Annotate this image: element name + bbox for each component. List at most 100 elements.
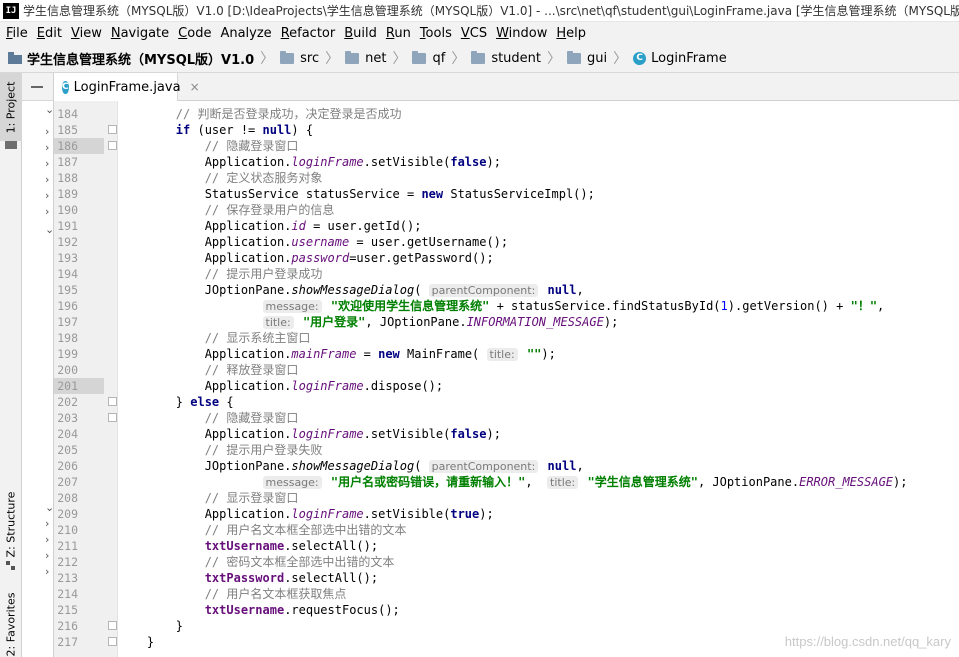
chevron-right-icon[interactable]: › xyxy=(45,173,49,186)
chevron-right-icon[interactable]: › xyxy=(45,141,49,154)
code-line: // 释放登录窗口 xyxy=(204,363,299,377)
code-line: if (user != null) { xyxy=(175,123,314,137)
breadcrumb-project[interactable]: 学生信息管理系统（MYSQL版）V1.0 xyxy=(8,49,254,68)
chevron-down-icon[interactable]: ⌄ xyxy=(45,103,53,116)
tab-project[interactable]: 1: Project xyxy=(0,73,22,141)
line-number: 202 xyxy=(57,395,78,409)
chevron-right-icon[interactable]: › xyxy=(45,533,49,546)
menu-view[interactable]: View xyxy=(67,26,107,41)
fold-icon[interactable] xyxy=(108,637,117,646)
menu-navigate[interactable]: Navigate xyxy=(107,26,174,41)
line-number: 200 xyxy=(57,363,78,377)
breadcrumb-src[interactable]: src xyxy=(280,50,319,66)
line-number: 190 xyxy=(57,203,78,217)
fold-icon[interactable] xyxy=(108,621,117,630)
line-number: 193 xyxy=(57,251,78,265)
line-number: 215 xyxy=(57,603,78,617)
code-line: // 用户名文本框全部选中出错的文本 xyxy=(204,523,407,537)
code-line: JOptionPane.showMessageDialog( parentCom… xyxy=(118,459,584,473)
fold-icon[interactable] xyxy=(108,141,117,150)
menu-edit[interactable]: Edit xyxy=(33,26,67,41)
fold-icon[interactable] xyxy=(108,397,117,406)
close-icon[interactable]: × xyxy=(190,80,200,94)
folder-icon xyxy=(471,50,486,64)
breadcrumb-net[interactable]: net xyxy=(345,50,386,66)
folder-icon xyxy=(280,50,295,64)
chevron-right-icon[interactable]: › xyxy=(45,549,49,562)
code-area[interactable]: // 判断是否登录成功，决定登录是否成功 if (user != null) {… xyxy=(118,101,959,657)
line-number: 204 xyxy=(57,427,78,441)
breadcrumb-file[interactable]: C LoginFrame xyxy=(633,51,727,66)
tab-favorites-label: 2: Favorites xyxy=(4,592,18,656)
project-panel-toolbar xyxy=(22,73,53,101)
line-number: 203 xyxy=(57,411,78,425)
chevron-down-icon[interactable]: ⌄ xyxy=(45,223,53,236)
breadcrumb-separator: 〉 xyxy=(260,51,275,67)
java-class-icon: C xyxy=(62,80,69,94)
code-line: } xyxy=(118,619,184,633)
window-title: 学生信息管理系统（MYSQL版）V1.0 [D:\IdeaProjects\学生… xyxy=(23,4,959,18)
line-number: 196 xyxy=(57,299,78,313)
line-number: 208 xyxy=(57,491,78,505)
breadcrumb-label: LoginFrame xyxy=(651,50,727,66)
code-line: // 密码文本框全部选中出错的文本 xyxy=(204,555,395,569)
line-number: 189 xyxy=(57,187,78,201)
chevron-right-icon[interactable]: › xyxy=(45,189,49,202)
breadcrumb-label: student xyxy=(491,50,542,66)
chevron-right-icon[interactable]: › xyxy=(45,517,49,530)
line-number: 213 xyxy=(57,571,78,585)
menu-vcs[interactable]: VCS xyxy=(457,26,492,41)
chevron-right-icon[interactable]: › xyxy=(45,157,49,170)
menu-run[interactable]: Run xyxy=(382,26,416,41)
fold-icon[interactable] xyxy=(108,125,117,134)
menu-file[interactable]: File xyxy=(2,26,33,41)
code-line: txtUsername.selectAll(); xyxy=(204,539,379,553)
line-number: 217 xyxy=(57,635,78,649)
chevron-down-icon[interactable]: ⌄ xyxy=(45,501,53,514)
code-line: Application.username = user.getUsername(… xyxy=(118,235,509,249)
menu-refactor[interactable]: Refactor xyxy=(277,26,341,41)
line-number: 216 xyxy=(57,619,78,633)
code-editor[interactable]: 184 185 186 187 188 189 190 191 192 193 194 195 196 1… xyxy=(54,101,959,657)
breadcrumb-separator: 〉 xyxy=(325,51,340,67)
code-line: Application.mainFrame = new MainFrame( t… xyxy=(118,347,556,361)
breadcrumb-qf[interactable]: qf xyxy=(412,50,446,66)
breadcrumb-separator: 〉 xyxy=(392,51,407,67)
line-number: 194 xyxy=(57,267,78,281)
chevron-right-icon[interactable]: › xyxy=(45,565,49,578)
menu-tools[interactable]: Tools xyxy=(416,26,457,41)
code-line: // 保存登录用户的信息 xyxy=(204,203,335,217)
breadcrumb-separator: 〉 xyxy=(613,51,628,67)
tab-structure[interactable]: Z: Structure xyxy=(0,489,22,559)
collapse-icon[interactable] xyxy=(31,86,43,88)
line-number: 195 xyxy=(57,283,78,297)
menu-build[interactable]: Build xyxy=(340,26,382,41)
line-number: 211 xyxy=(57,539,78,553)
menu-window[interactable]: Window xyxy=(492,26,552,41)
menu-analyze[interactable]: Analyze xyxy=(216,26,276,41)
menu-help[interactable]: Help xyxy=(552,26,591,41)
line-number: 191 xyxy=(57,219,78,233)
tab-favorites[interactable]: 2: Favorites xyxy=(0,591,22,657)
fold-icon[interactable] xyxy=(108,413,117,422)
breadcrumb-student[interactable]: student xyxy=(471,50,542,66)
code-line: title: "用户登录", JOptionPane.INFORMATION_M… xyxy=(118,314,959,330)
code-line: Application.loginFrame.setVisible(true); xyxy=(118,507,494,521)
code-line: JOptionPane.showMessageDialog( parentCom… xyxy=(118,283,584,297)
chevron-right-icon[interactable]: › xyxy=(45,205,49,218)
code-line: // 隐藏登录窗口 xyxy=(204,411,299,425)
chevron-right-icon[interactable]: › xyxy=(45,125,49,138)
code-line: // 用户名文本框获取焦点 xyxy=(204,587,347,601)
code-line: Application.loginFrame.setVisible(false)… xyxy=(118,427,501,441)
tab-loginframe[interactable]: C LoginFrame.java × xyxy=(54,73,200,101)
breadcrumb-gui[interactable]: gui xyxy=(567,50,607,66)
structure-icon xyxy=(6,561,16,571)
breadcrumb-label: qf xyxy=(432,50,446,66)
menu-code[interactable]: Code xyxy=(174,26,216,41)
code-line: // 提示用户登录成功 xyxy=(204,267,323,281)
line-number: 199 xyxy=(57,347,78,361)
line-number: 184 xyxy=(57,107,78,121)
code-line: Application.password=user.getPassword(); xyxy=(118,251,494,265)
tab-structure-label: Z: Structure xyxy=(4,491,18,557)
tab-project-label: 1: Project xyxy=(4,81,18,133)
